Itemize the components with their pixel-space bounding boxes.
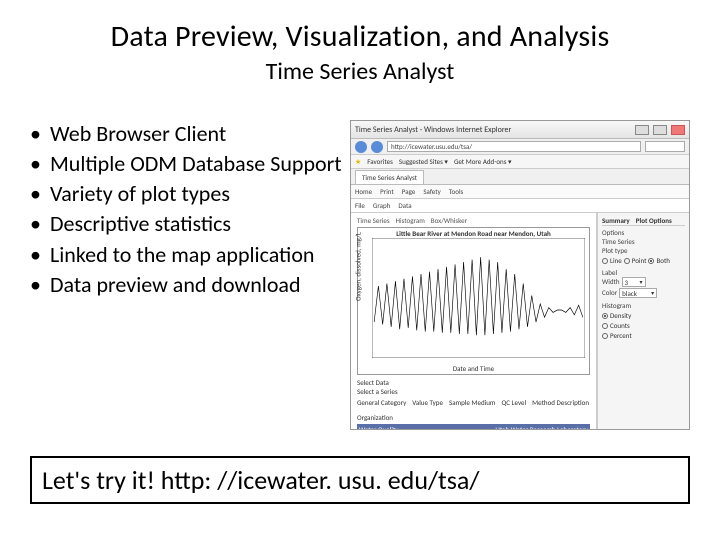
search-box[interactable] <box>645 141 685 152</box>
color-label: Color <box>602 288 617 298</box>
color-select[interactable]: black▾ <box>619 288 657 298</box>
maximize-button[interactable] <box>653 125 667 135</box>
window-titlebar: Time Series Analyst - Windows Internet E… <box>351 121 689 139</box>
bullet-list: Web Browser Client Multiple ODM Database… <box>30 120 350 430</box>
forward-button[interactable] <box>371 141 383 153</box>
star-icon[interactable]: ★ <box>355 157 361 166</box>
width-select[interactable]: 3▾ <box>622 277 646 287</box>
timeseries-group-label: Time Series <box>602 237 685 246</box>
address-bar[interactable]: http://icewater.usu.edu/tsa/ <box>387 141 641 152</box>
radio-percent[interactable] <box>602 333 608 339</box>
menu-page[interactable]: Page <box>402 187 416 196</box>
favorites-label[interactable]: Favorites <box>367 157 393 166</box>
chart-xlabel: Date and Time <box>358 364 589 373</box>
app-menu-data[interactable]: Data <box>398 201 411 210</box>
tab-boxwhisker[interactable]: Box/Whisker <box>431 216 467 225</box>
select-data-label: Select Data <box>357 378 590 387</box>
browser-tab[interactable]: Time Series Analyst <box>355 170 424 184</box>
menu-home[interactable]: Home <box>355 187 372 196</box>
app-menu-file[interactable]: File <box>355 201 365 210</box>
plot-type-tabs: Time Series Histogram Box/Whisker <box>355 215 592 227</box>
plot-type-label: Plot type <box>602 246 685 255</box>
tab-summary[interactable]: Summary <box>602 216 630 225</box>
options-header: Options <box>602 228 685 237</box>
radio-both[interactable] <box>648 258 654 264</box>
suggested-sites-link[interactable]: Suggested Sites ▾ <box>399 157 448 166</box>
label-label: Label <box>602 268 685 277</box>
close-button[interactable] <box>671 125 685 135</box>
series-headers: General Category Value Type Sample Mediu… <box>357 398 590 422</box>
bullet-item: Data preview and download <box>30 271 342 299</box>
menu-tools[interactable]: Tools <box>449 187 464 196</box>
browser-menu: Home Print Page Safety Tools <box>351 185 689 199</box>
histogram-group-label: Histogram <box>602 301 685 310</box>
menu-safety[interactable]: Safety <box>423 187 440 196</box>
slide-subtitle: Time Series Analyst <box>30 57 690 86</box>
bullet-item: Multiple ODM Database Support <box>30 150 342 178</box>
series-row-selected[interactable]: Water Quality Utah Water Research Labora… <box>357 424 590 430</box>
select-series-label: Select a Series <box>357 387 590 396</box>
bullet-item: Linked to the map application <box>30 241 342 269</box>
radio-line[interactable] <box>602 258 608 264</box>
app-menu: File Graph Data <box>351 199 689 213</box>
width-label: Width <box>602 277 620 287</box>
app-screenshot: Time Series Analyst - Windows Internet E… <box>350 120 690 430</box>
nav-toolbar: http://icewater.usu.edu/tsa/ <box>351 139 689 155</box>
radio-counts[interactable] <box>602 323 608 329</box>
bullet-item: Variety of plot types <box>30 180 342 208</box>
slide-title: Data Preview, Visualization, and Analysi… <box>30 18 690 55</box>
chart-area: Little Bear River at Mendon Road near Me… <box>357 227 590 375</box>
call-to-action: Let's try it! http: //icewater. usu. edu… <box>30 456 690 504</box>
back-button[interactable] <box>355 141 367 153</box>
tab-plot-options[interactable]: Plot Options <box>636 216 672 225</box>
favorites-bar: ★ Favorites Suggested Sites ▾ Get More A… <box>351 155 689 169</box>
chart-svg <box>372 238 585 358</box>
browser-tab-row: Time Series Analyst <box>351 169 689 185</box>
tab-timeseries[interactable]: Time Series <box>357 216 390 225</box>
chart-ylabel: Oxygen, dissolved, mg/L <box>354 232 363 301</box>
plot-panel: Time Series Histogram Box/Whisker Little… <box>351 213 597 430</box>
radio-point[interactable] <box>624 258 630 264</box>
radio-density[interactable] <box>602 313 608 319</box>
get-more-addons-link[interactable]: Get More Add-ons ▾ <box>454 157 512 166</box>
window-title-text: Time Series Analyst - Windows Internet E… <box>355 125 511 135</box>
options-sidepanel: Summary Plot Options Options Time Series… <box>597 213 689 430</box>
minimize-button[interactable] <box>635 125 649 135</box>
tab-histogram[interactable]: Histogram <box>396 216 425 225</box>
bullet-item: Web Browser Client <box>30 120 342 148</box>
bullet-item: Descriptive statistics <box>30 210 342 238</box>
chart-title: Little Bear River at Mendon Road near Me… <box>358 229 589 238</box>
series-selector: Select Data Select a Series General Cate… <box>355 375 592 430</box>
app-menu-graph[interactable]: Graph <box>373 201 390 210</box>
menu-print[interactable]: Print <box>380 187 394 196</box>
